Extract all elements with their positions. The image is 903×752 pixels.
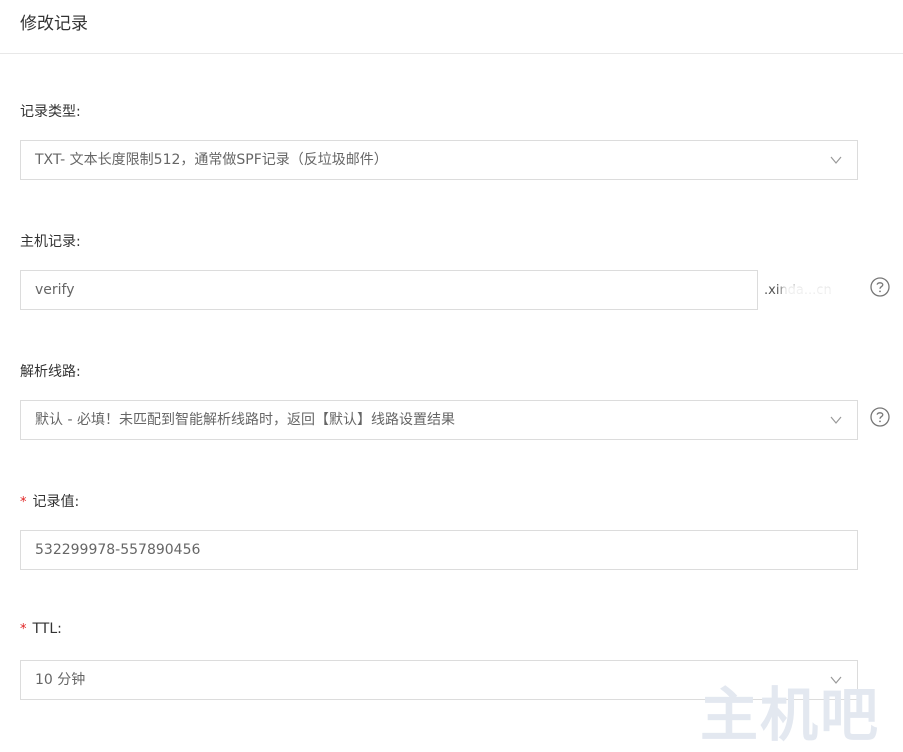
record-value-label: * 记录值:: [20, 491, 79, 511]
host-record-input[interactable]: verify: [20, 270, 758, 310]
record-value-text: 532299978-557890456: [35, 542, 201, 558]
ttl-label-text: TTL:: [32, 621, 62, 637]
question-circle-icon[interactable]: [870, 407, 890, 427]
page-title: 修改记录: [20, 14, 88, 34]
line-select[interactable]: 默认 - 必填！未匹配到智能解析线路时，返回【默认】线路设置结果: [20, 400, 858, 440]
record-type-label: 记录类型:: [20, 104, 81, 120]
host-record-value: verify: [35, 282, 75, 298]
question-circle-icon[interactable]: [870, 277, 890, 297]
chevron-down-icon: [830, 156, 842, 164]
ttl-value: 10 分钟: [35, 672, 86, 688]
record-value-label-text: 记录值:: [32, 494, 80, 510]
watermark: 主机吧: [700, 681, 881, 749]
line-label: 解析线路:: [20, 364, 81, 380]
chevron-down-icon: [830, 416, 842, 424]
record-type-select[interactable]: TXT- 文本长度限制512，通常做SPF记录（反垃圾邮件）: [20, 140, 858, 180]
required-mark: *: [20, 495, 27, 510]
line-value: 默认 - 必填！未匹配到智能解析线路时，返回【默认】线路设置结果: [35, 412, 455, 428]
dialog-header: 修改记录: [0, 0, 903, 54]
record-value-input[interactable]: 532299978-557890456: [20, 530, 858, 570]
record-type-value: TXT- 文本长度限制512，通常做SPF记录（反垃圾邮件）: [35, 152, 388, 168]
ttl-label: * TTL:: [20, 621, 62, 637]
host-record-label: 主机记录:: [20, 234, 81, 250]
required-mark: *: [20, 622, 27, 637]
redaction-blur: [782, 283, 854, 299]
